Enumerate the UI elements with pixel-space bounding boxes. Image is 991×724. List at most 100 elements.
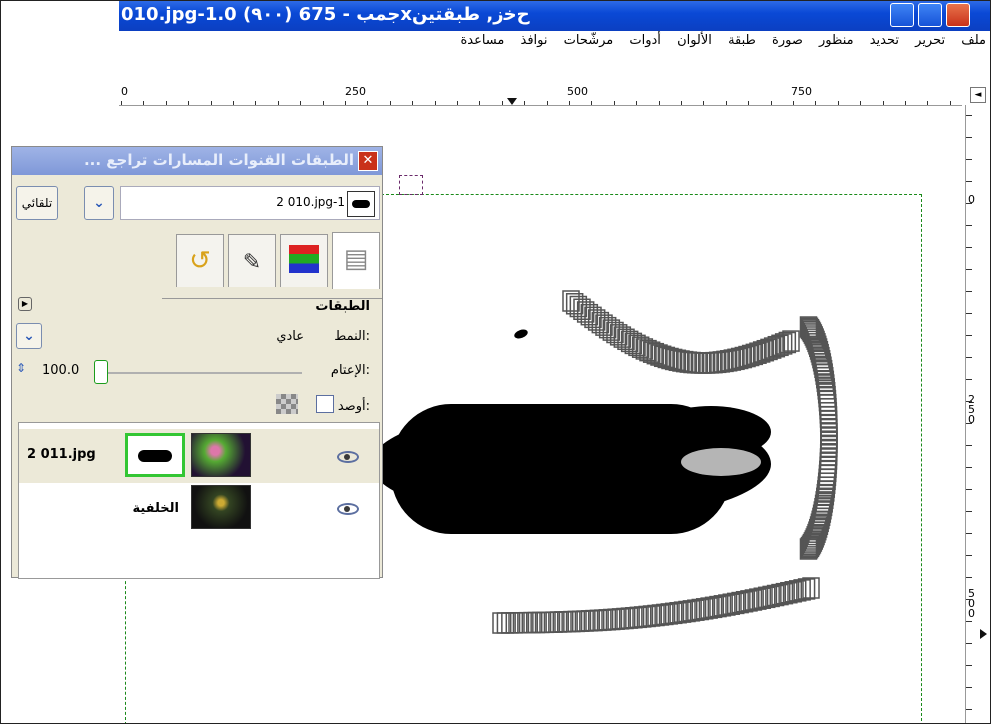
menu-file[interactable]: ملف — [955, 33, 990, 48]
ruler-tick — [255, 101, 257, 105]
layers-icon: ▤ — [343, 244, 369, 274]
eye-icon[interactable] — [337, 503, 359, 515]
auto-button[interactable]: تلقائي — [16, 186, 58, 220]
undo-history-tab[interactable]: ↺ — [176, 234, 224, 287]
ruler-tick — [681, 101, 682, 105]
menu-tools[interactable]: أدوات — [623, 33, 667, 48]
minimize-button[interactable] — [890, 3, 914, 27]
opacity-value[interactable]: 100.0 — [42, 363, 79, 378]
ruler-tick — [725, 101, 727, 105]
opacity-slider-track[interactable] — [102, 372, 302, 374]
ruler-tick — [966, 159, 972, 160]
ruler-tick — [569, 101, 570, 105]
ruler-tick — [210, 101, 212, 105]
horizontal-ruler[interactable]: 0 250 500 750 — [119, 85, 962, 106]
menu-select[interactable]: تحديد — [864, 33, 905, 48]
opacity-label: الإعتام: — [330, 363, 370, 378]
layer-row[interactable]: الخلفية — [19, 483, 379, 537]
menu-items: ملف تحرير تحديد منظور صورة طبقة الألوان … — [454, 33, 990, 48]
mode-value[interactable]: عادي — [276, 329, 304, 344]
ruler-label: 5 0 0 — [968, 587, 975, 620]
ruler-tick — [546, 101, 548, 105]
ruler-tick — [966, 423, 972, 424]
menu-help[interactable]: مساعدة — [454, 33, 510, 48]
ruler-tick — [860, 101, 862, 105]
image-dropdown-button[interactable]: ⌄ — [84, 186, 114, 220]
ruler-tick — [591, 101, 593, 105]
undo-icon: ↺ — [189, 246, 211, 276]
opacity-slider-handle[interactable] — [94, 360, 108, 384]
eye-icon[interactable] — [337, 451, 359, 463]
ruler-tick — [389, 101, 391, 105]
image-combo[interactable]: 2 010.jpg-1 — [120, 186, 380, 220]
ruler-tick — [966, 709, 972, 710]
menu-windows[interactable]: نوافذ — [515, 33, 554, 48]
lock-checkbox[interactable] — [316, 395, 334, 413]
checker-icon — [276, 394, 298, 414]
layer-thumb[interactable] — [191, 433, 251, 477]
ruler-tick — [703, 101, 705, 105]
ruler-tick — [966, 643, 972, 644]
ruler-tick — [837, 101, 839, 105]
canvas-boundary — [125, 571, 126, 723]
vertical-ruler[interactable]: 0 2 5 0 5 0 0 — [965, 105, 988, 723]
ruler-tick — [165, 101, 167, 105]
ruler-tick — [322, 101, 324, 105]
layers-tab[interactable]: ▤ — [332, 232, 380, 289]
dock-close-button[interactable]: ✕ — [358, 151, 378, 171]
canvas-artwork — [381, 290, 838, 634]
menu-filters[interactable]: مرشّحات — [558, 33, 620, 48]
paths-tab[interactable]: ✎ — [228, 234, 276, 287]
ruler-tick — [367, 101, 369, 105]
menu-edit[interactable]: تحرير — [909, 33, 951, 48]
ruler-tick — [927, 101, 929, 105]
ruler-tick — [434, 101, 436, 105]
menu-view[interactable]: منظور — [813, 33, 860, 48]
paths-icon: ✎ — [242, 250, 262, 275]
menu-image[interactable]: صورة — [766, 33, 809, 48]
close-button[interactable] — [946, 3, 970, 27]
spin-arrows-icon[interactable]: ⇕ — [16, 361, 26, 375]
ruler-tick — [770, 101, 772, 105]
ruler-tick — [966, 291, 972, 292]
channels-tab[interactable] — [280, 234, 328, 287]
ruler-tick — [966, 467, 972, 468]
image-thumb-icon — [347, 191, 375, 217]
ruler-tick — [658, 101, 660, 105]
ruler-tick — [966, 269, 972, 270]
layer-mask-thumb[interactable] — [125, 433, 185, 477]
ruler-tick — [966, 599, 972, 600]
ruler-tick — [412, 101, 414, 105]
ruler-tick — [905, 101, 906, 105]
menu-layer[interactable]: طبقة — [722, 33, 762, 48]
maximize-button[interactable] — [918, 3, 942, 27]
ruler-tick — [748, 101, 750, 105]
ruler-tick — [966, 335, 972, 336]
mode-dropdown-button[interactable]: ⌄ — [16, 323, 42, 349]
ruler-tick — [300, 101, 302, 105]
ruler-tick — [966, 137, 972, 138]
menu-arrow-icon[interactable]: ▶ — [18, 297, 32, 311]
ruler-tick — [966, 489, 972, 490]
navigate-icon[interactable]: ◄ — [970, 87, 986, 103]
ruler-tick — [345, 101, 346, 105]
menu-bar: ملف تحرير تحديد منظور صورة طبقة الألوان … — [119, 31, 990, 85]
ruler-tick — [966, 225, 972, 226]
ruler-tick — [121, 101, 122, 105]
ruler-label: 250 — [345, 85, 366, 98]
title-bar: 010.jpg-1.0 (٩٠٠) جمب - 675x‌ﺡﺧﺯ, طبقتين — [119, 1, 990, 31]
ruler-tick — [966, 665, 972, 666]
ruler-tick — [966, 445, 972, 446]
menu-colors[interactable]: الألوان — [671, 33, 718, 48]
ruler-tick — [966, 511, 972, 512]
ruler-tick — [966, 357, 972, 358]
layer-row[interactable]: 2 011.jpg — [19, 429, 379, 483]
ruler-tick — [966, 247, 972, 248]
ruler-tick — [501, 101, 503, 105]
ruler-tick — [524, 101, 526, 105]
ruler-pointer-icon — [507, 98, 517, 105]
selection-marker — [399, 175, 423, 195]
ruler-pointer-icon — [980, 629, 987, 639]
layer-thumb[interactable] — [191, 485, 251, 529]
ruler-tick — [949, 101, 951, 105]
